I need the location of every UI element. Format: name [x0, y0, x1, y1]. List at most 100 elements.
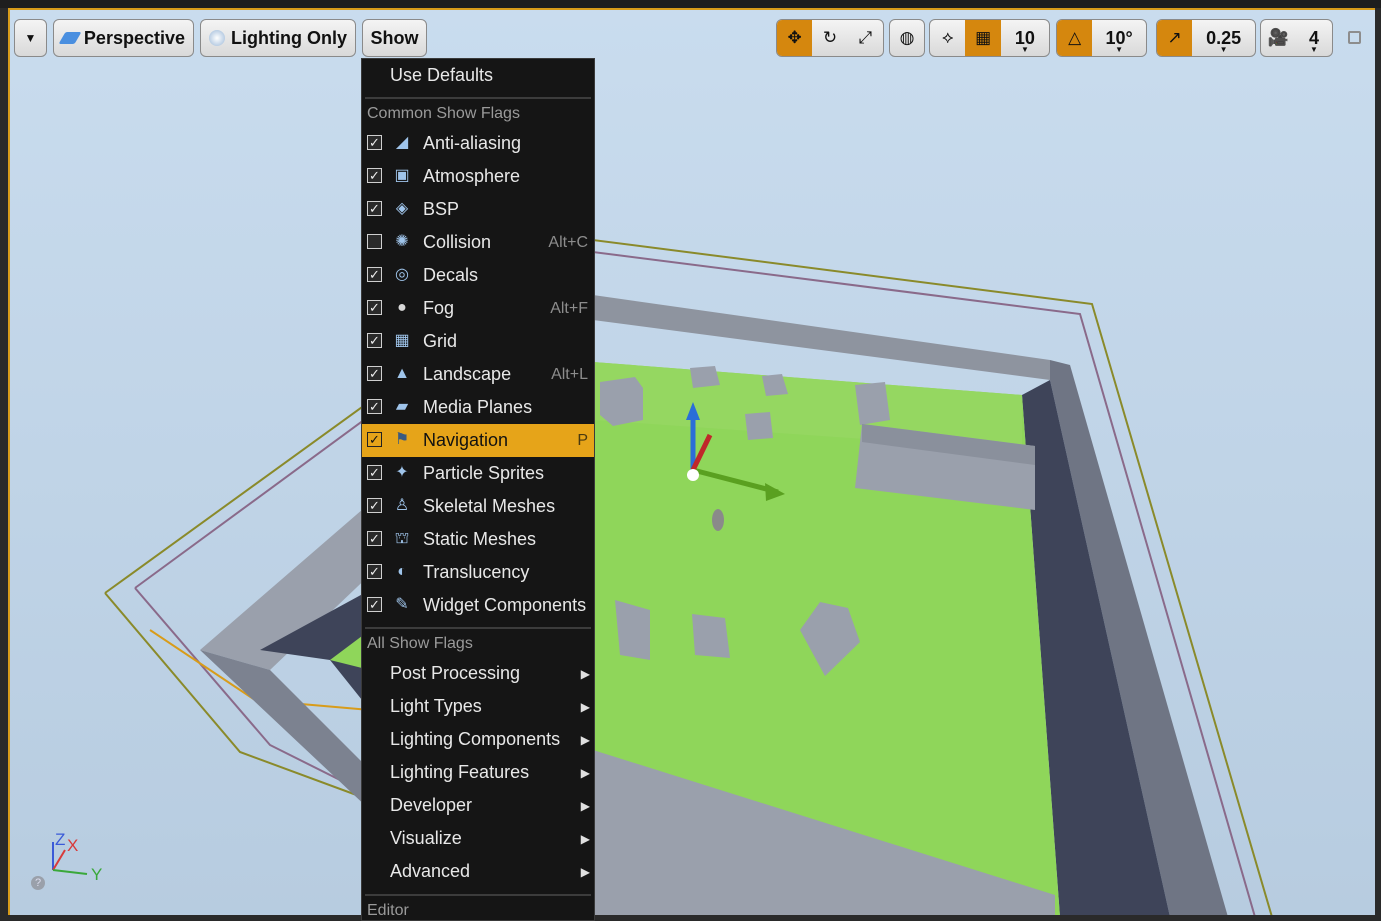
submenu-arrow-icon: ▶: [580, 765, 590, 780]
menu-item-light-types[interactable]: Light Types ▶: [362, 690, 594, 723]
scale-snap-value[interactable]: 0.25 ▼: [1192, 20, 1255, 56]
skeletal-meshes-icon: ♙: [394, 497, 410, 514]
checkbox[interactable]: ✓: [367, 498, 382, 513]
menu-item-label: Developer: [390, 795, 473, 815]
menu-item-atmosphere[interactable]: ✓ ▣ Atmosphere: [362, 160, 594, 193]
checkbox[interactable]: ✓: [367, 564, 382, 579]
submenu-arrow-icon: ▶: [580, 666, 590, 681]
menu-item-navigation[interactable]: ✓ ⚑ Navigation P: [362, 424, 594, 457]
show-label: Show: [370, 27, 419, 48]
menu-item-collision[interactable]: ✺ Collision Alt+C: [362, 226, 594, 259]
submenu-arrow-icon: ▶: [580, 831, 590, 846]
camera-speed-group: 🎥 4 ▼: [1260, 19, 1333, 57]
landscape-icon: ▲: [394, 365, 410, 382]
submenu-arrow-icon: ▶: [580, 798, 590, 813]
camera-speed-value[interactable]: 4 ▼: [1296, 20, 1332, 56]
menu-item-developer[interactable]: Developer ▶: [362, 789, 594, 822]
menu-item-label: Translucency: [423, 562, 530, 582]
rotate-mode-icon[interactable]: ↻: [812, 20, 847, 56]
checkbox[interactable]: ✓: [367, 267, 382, 282]
menu-item-widget-components[interactable]: ✓ ✎ Widget Components: [362, 589, 594, 622]
menu-item-label: Atmosphere: [423, 166, 521, 186]
menu-item-static-meshes[interactable]: ✓ ⛫ Static Meshes: [362, 523, 594, 556]
level-viewport[interactable]: [8, 8, 1375, 915]
checkbox[interactable]: ✓: [367, 399, 382, 414]
menu-item-label: Collision: [423, 232, 492, 252]
checkbox[interactable]: ✓: [367, 168, 382, 183]
menu-item-label: Post Processing: [390, 663, 521, 683]
grid-snap-icon[interactable]: ▦: [965, 20, 1001, 56]
menu-item-label: Light Types: [390, 696, 482, 716]
fog-icon: ●: [397, 299, 407, 316]
menu-item-lighting-features[interactable]: Lighting Features ▶: [362, 756, 594, 789]
view-mode-button[interactable]: Lighting Only: [200, 19, 356, 57]
checkbox[interactable]: ✓: [367, 300, 382, 315]
scale-snap-icon[interactable]: ↗: [1157, 20, 1193, 56]
view-mode-label: Lighting Only: [231, 27, 347, 48]
menu-item-particle-sprites[interactable]: ✓ ✦ Particle Sprites: [362, 457, 594, 490]
menu-item-label: BSP: [423, 199, 460, 219]
checkbox[interactable]: ✓: [367, 597, 382, 612]
grid-snap-value[interactable]: 10 ▼: [1001, 20, 1049, 56]
scale-mode-icon[interactable]: ⤢: [848, 20, 883, 56]
grid-icon: ▦: [394, 332, 410, 349]
menu-item-lighting-components[interactable]: Lighting Components ▶: [362, 723, 594, 756]
translate-mode-icon[interactable]: ✥: [777, 20, 813, 56]
checkbox[interactable]: ✓: [367, 201, 382, 216]
menu-item-fog[interactable]: ✓ ● Fog Alt+F: [362, 292, 594, 325]
checkbox[interactable]: ✓: [367, 531, 382, 546]
chevron-down-icon: ▼: [24, 31, 37, 45]
show-button[interactable]: Show: [362, 19, 427, 57]
window-top-border: [0, 0, 1381, 8]
window-left-border: [0, 8, 8, 921]
camera-speed-icon[interactable]: 🎥: [1261, 20, 1296, 56]
checkbox[interactable]: ✓: [367, 135, 382, 150]
camera-speed-caret-icon: ▼: [1310, 45, 1318, 54]
menu-item-visualize[interactable]: Visualize ▶: [362, 822, 594, 855]
menu-item-skeletal-meshes[interactable]: ✓ ♙ Skeletal Meshes: [362, 490, 594, 523]
menu-item-use-defaults[interactable]: Use Defaults: [362, 59, 594, 92]
menu-item-advanced[interactable]: Advanced ▶: [362, 855, 594, 888]
menu-item-media-planes[interactable]: ✓ ▰ Media Planes: [362, 391, 594, 424]
menu-item-bsp[interactable]: ✓ ◈ BSP: [362, 193, 594, 226]
viewport-options-button[interactable]: ▼: [14, 19, 47, 57]
translucency-icon: ◐: [397, 563, 407, 580]
axis-y-label: Y: [91, 865, 103, 884]
all-show-flags-header: All Show Flags: [367, 635, 473, 652]
menu-item-label: Lighting Components: [390, 729, 561, 749]
scale-snap-caret-icon: ▼: [1219, 45, 1228, 54]
menu-item-label: Visualize: [390, 828, 462, 848]
perspective-button[interactable]: Perspective: [53, 19, 194, 57]
menu-item-translucency[interactable]: ✓ ◐ Translucency: [362, 556, 594, 589]
menu-item-post-processing[interactable]: Post Processing ▶: [362, 657, 594, 690]
menu-item-landscape[interactable]: ✓ ▲ Landscape Alt+L: [362, 358, 594, 391]
maximize-viewport-icon[interactable]: [1348, 31, 1361, 44]
menu-item-label: Skeletal Meshes: [423, 496, 556, 516]
checkbox[interactable]: ✓: [367, 366, 382, 381]
shortcut-label: P: [577, 431, 588, 449]
axis-x-label: X: [67, 836, 79, 855]
editor-header: Editor: [367, 902, 409, 919]
menu-item-grid[interactable]: ✓ ▦ Grid: [362, 325, 594, 358]
surface-snap-icon[interactable]: ⟡: [930, 20, 965, 56]
menu-item-anti-aliasing[interactable]: ✓ ◢ Anti-aliasing: [362, 127, 594, 160]
shortcut-label: Alt+F: [550, 299, 588, 317]
rotation-snap-icon[interactable]: △: [1057, 20, 1093, 56]
checkbox[interactable]: ✓: [367, 432, 382, 447]
media-planes-icon: ▰: [395, 398, 409, 415]
grid-snap-caret-icon: ▼: [1020, 45, 1029, 54]
help-icon[interactable]: ?: [31, 876, 45, 890]
bsp-icon: ◈: [395, 200, 409, 217]
menu-item-decals[interactable]: ✓ ◎ Decals: [362, 259, 594, 292]
rotation-snap-value[interactable]: 10° ▼: [1092, 20, 1146, 56]
checkbox[interactable]: [367, 234, 382, 249]
menu-item-label: Decals: [423, 265, 479, 285]
checkbox[interactable]: ✓: [367, 465, 382, 480]
world-space-icon[interactable]: ◍: [890, 20, 924, 56]
perspective-icon: [58, 32, 82, 44]
checkbox[interactable]: ✓: [367, 333, 382, 348]
widget-components-icon: ✎: [395, 596, 409, 613]
menu-separator: [365, 97, 591, 99]
collision-icon: ✺: [395, 233, 409, 250]
perspective-label: Perspective: [83, 27, 185, 48]
